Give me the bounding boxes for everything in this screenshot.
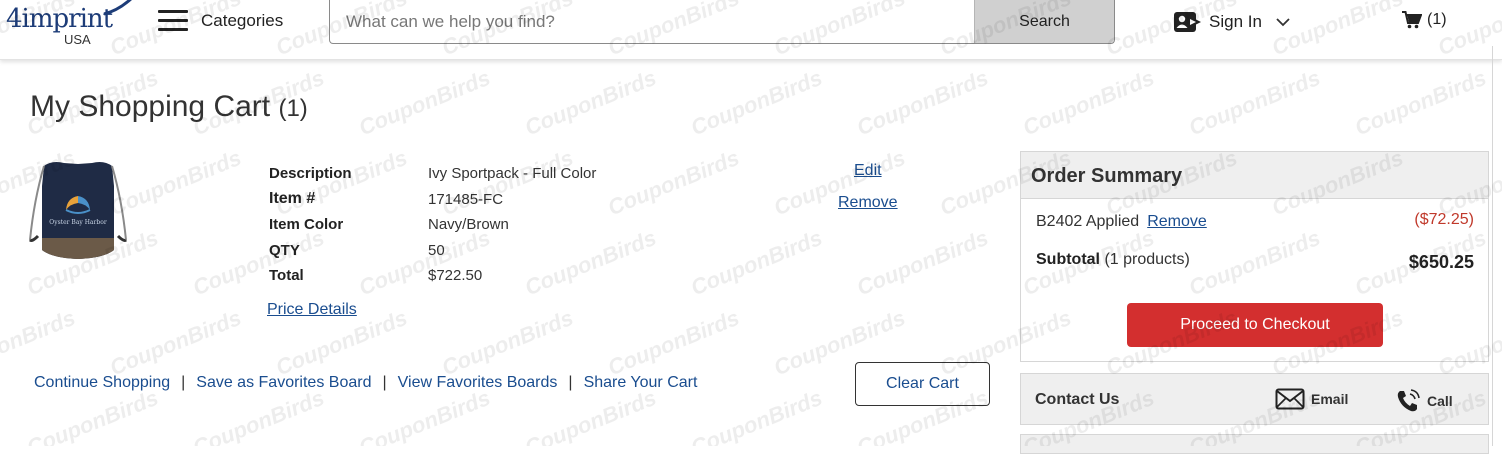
detail-label: QTY [269,241,300,259]
watermark-text: CouponBirds [0,304,79,381]
detail-row-item-number: Item # 171485-FC [269,187,596,213]
categories-button[interactable]: Categories [201,11,283,31]
detail-value: 171485-FC [428,190,504,208]
subtotal-note: (1 products) [1104,251,1190,268]
page-title-count: (1) [278,95,308,122]
call-label: Call [1427,393,1453,409]
account-card-icon [1174,12,1201,32]
remove-promo-link[interactable]: Remove [1147,213,1207,230]
view-favorites-boards-link[interactable]: View Favorites Boards [398,374,558,392]
edit-item-link[interactable]: Edit [854,162,882,180]
email-contact-button[interactable]: Email [1275,388,1348,410]
watermark-text: CouponBirds [853,224,992,301]
shopping-cart-icon [1402,11,1422,29]
promo-code-label: B2402 Applied [1036,213,1140,230]
detail-label: Description [269,165,352,183]
cart-count: (1) [1427,11,1447,28]
watermark-text: CouponBirds [604,304,743,381]
remove-item-link[interactable]: Remove [838,194,898,212]
detail-row-qty: QTY 50 [269,238,596,264]
order-summary-title: Order Summary [1021,152,1488,199]
cart-link[interactable]: (1) [1402,11,1447,29]
item-details: Description Ivy Sportpack - Full Color I… [269,161,596,289]
sign-in-label: Sign In [1209,12,1262,31]
site-header: 4imprint USA Categories Search Sign In [0,0,1502,60]
detail-value: $722.50 [428,267,483,285]
site-logo[interactable]: 4imprint USA [6,0,136,50]
order-summary: Order Summary B2402 Applied Remove ($72.2… [1020,151,1489,362]
watermark-text: CouponBirds [853,64,992,141]
detail-label: Item # [269,190,316,208]
continue-shopping-link[interactable]: Continue Shopping [34,374,170,392]
watermark-text: CouponBirds [521,384,660,446]
phone-icon [1397,389,1420,412]
link-separator: | [568,374,573,391]
contact-us-panel: Contact Us Email Call [1020,373,1489,425]
subtotal-amount: $650.25 [1408,252,1474,272]
watermark-text: CouponBirds [1351,64,1490,141]
logo-subtext: USA [64,32,91,47]
subtotal-title: Subtotal [1036,251,1100,268]
right-border [1492,46,1502,446]
detail-value: Ivy Sportpack - Full Color [428,165,597,183]
product-image[interactable]: Oyster Bay Harbor [26,160,130,264]
detail-label: Total [269,267,304,285]
search-input[interactable] [330,0,975,43]
proceed-to-checkout-button[interactable]: Proceed to Checkout [1127,303,1383,347]
watermark-text: CouponBirds [355,64,494,141]
detail-value: 50 [428,241,445,259]
price-details-link[interactable]: Price Details [267,301,357,319]
sign-in-menu[interactable]: Sign In [1173,9,1290,35]
contact-us-title: Contact Us [1035,391,1120,408]
detail-value: Navy/Brown [428,216,509,234]
detail-label: Item Color [269,216,344,234]
additional-panel [1020,434,1489,454]
chevron-down-icon [1276,18,1290,27]
page-title: My Shopping Cart (1) [30,90,308,124]
search-bar: Search [329,0,1115,44]
watermark-text: CouponBirds [687,384,826,446]
logo-swoosh-icon [103,0,132,16]
watermark-text: CouponBirds [1019,64,1158,141]
detail-row-total: Total $722.50 [269,263,596,289]
link-separator: | [382,374,387,391]
watermark-text: CouponBirds [106,304,245,381]
watermark-text: CouponBirds [1185,64,1324,141]
link-separator: | [181,374,186,391]
watermark-text: CouponBirds [687,64,826,141]
email-label: Email [1311,391,1349,407]
save-favorites-board-link[interactable]: Save as Favorites Board [196,374,371,392]
product-image-text: Oyster Bay Harbor [49,219,107,226]
cart-actions: Continue Shopping | Save as Favorites Bo… [34,374,697,392]
subtotal-label: Subtotal (1 products) [1036,251,1190,269]
call-contact-button[interactable]: Call [1395,388,1453,414]
page-title-text: My Shopping Cart [30,90,271,123]
detail-row-item-color: Item Color Navy/Brown [269,212,596,238]
logo-text: 4imprint [6,4,113,34]
watermark-text: CouponBirds [189,384,328,446]
clear-cart-button[interactable]: Clear Cart [855,362,990,406]
watermark-text: CouponBirds [438,304,577,381]
detail-row-description: Description Ivy Sportpack - Full Color [269,161,596,187]
promo-applied: B2402 Applied Remove [1036,213,1207,231]
watermark-text: CouponBirds [355,384,494,446]
menu-icon[interactable] [158,10,188,32]
watermark-text: CouponBirds [23,384,162,446]
watermark-text: CouponBirds [521,64,660,141]
envelope-icon [1275,388,1305,410]
discount-amount: ($72.25) [1414,211,1474,228]
watermark-text: CouponBirds [687,224,826,301]
watermark-text: CouponBirds [604,144,743,221]
share-cart-link[interactable]: Share Your Cart [584,374,698,392]
search-button[interactable]: Search [974,0,1114,43]
